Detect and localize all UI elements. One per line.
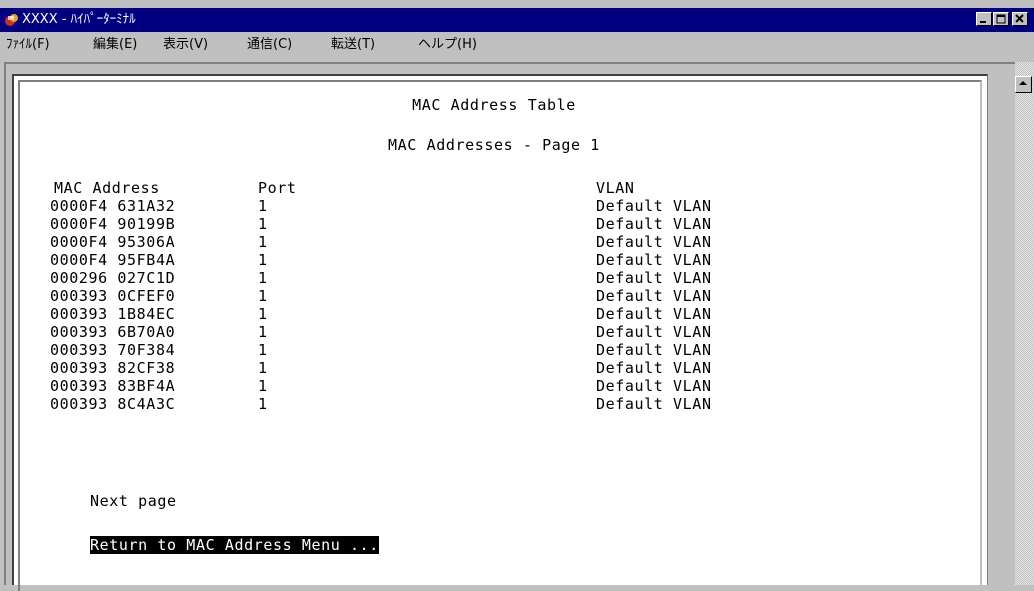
row-mac-address: 000296 027C1D	[50, 269, 176, 287]
row-port: 1	[258, 341, 268, 359]
row-vlan: Default VLAN	[596, 323, 712, 341]
row-port: 1	[258, 269, 268, 287]
terminal-screen[interactable]: MAC Address Table MAC Addresses - Page 1…	[12, 74, 988, 591]
screen-subtitle: MAC Addresses - Page 1	[388, 136, 600, 154]
row-vlan: Default VLAN	[596, 359, 712, 377]
row-vlan: Default VLAN	[596, 251, 712, 269]
row-mac-address: 000393 0CFEF0	[50, 287, 176, 305]
row-vlan: Default VLAN	[596, 305, 712, 323]
row-vlan: Default VLAN	[596, 233, 712, 251]
return-menu-option[interactable]: Return to MAC Address Menu ...	[90, 536, 379, 554]
menu-edit[interactable]: 編集(E)	[93, 37, 137, 53]
row-port: 1	[258, 395, 268, 413]
row-vlan: Default VLAN	[596, 287, 712, 305]
menu-file[interactable]: ﾌｧｲﾙ(F)	[6, 37, 50, 53]
maximize-button[interactable]	[993, 12, 1009, 26]
scroll-up-button[interactable]	[1015, 76, 1032, 93]
minimize-button[interactable]	[976, 12, 992, 26]
row-mac-address: 000393 6B70A0	[50, 323, 176, 341]
row-mac-address: 0000F4 631A32	[50, 197, 176, 215]
row-port: 1	[258, 251, 268, 269]
row-mac-address: 0000F4 90199B	[50, 215, 176, 233]
menu-view[interactable]: 表示(V)	[163, 37, 208, 53]
vertical-scrollbar[interactable]	[1015, 62, 1034, 585]
minimize-icon	[980, 21, 986, 23]
row-port: 1	[258, 287, 268, 305]
row-mac-address: 000393 82CF38	[50, 359, 176, 377]
row-port: 1	[258, 305, 268, 323]
screen-title: MAC Address Table	[412, 96, 576, 114]
row-port: 1	[258, 197, 268, 215]
maximize-icon	[996, 14, 1006, 24]
close-icon	[1015, 14, 1024, 23]
row-vlan: Default VLAN	[596, 377, 712, 395]
row-mac-address: 0000F4 95306A	[50, 233, 176, 251]
row-vlan: Default VLAN	[596, 215, 712, 233]
close-button[interactable]	[1012, 12, 1028, 26]
menu-help[interactable]: ヘルプ(H)	[418, 37, 477, 53]
header-mac: MAC Address	[54, 179, 160, 197]
row-port: 1	[258, 323, 268, 341]
menu-bar: ﾌｧｲﾙ(F) 編集(E) 表示(V) 通信(C) 転送(T) ヘルプ(H)	[0, 33, 1034, 57]
row-vlan: Default VLAN	[596, 197, 712, 215]
row-mac-address: 0000F4 95FB4A	[50, 251, 176, 269]
row-vlan: Default VLAN	[596, 269, 712, 287]
header-port: Port	[258, 179, 297, 197]
next-page-option[interactable]: Next page	[90, 492, 177, 510]
row-mac-address: 000393 70F384	[50, 341, 176, 359]
menu-transfer[interactable]: 転送(T)	[331, 37, 375, 53]
row-mac-address: 000393 83BF4A	[50, 377, 176, 395]
header-vlan: VLAN	[596, 179, 635, 197]
row-port: 1	[258, 377, 268, 395]
title-bar[interactable]: XXXX - ﾊｲﾊﾟｰﾀｰﾐﾅﾙ	[0, 8, 1034, 32]
hyperterminal-app-icon[interactable]	[4, 12, 20, 28]
return-menu-label: Return to MAC Address Menu ...	[90, 536, 379, 554]
menu-communication[interactable]: 通信(C)	[247, 37, 292, 53]
row-vlan: Default VLAN	[596, 341, 712, 359]
row-port: 1	[258, 233, 268, 251]
window-title: XXXX - ﾊｲﾊﾟｰﾀｰﾐﾅﾙ	[22, 12, 136, 27]
row-vlan: Default VLAN	[596, 395, 712, 413]
row-port: 1	[258, 359, 268, 377]
row-mac-address: 000393 1B84EC	[50, 305, 176, 323]
row-mac-address: 000393 8C4A3C	[50, 395, 176, 413]
scroll-up-arrow-icon	[1019, 81, 1027, 85]
row-port: 1	[258, 215, 268, 233]
